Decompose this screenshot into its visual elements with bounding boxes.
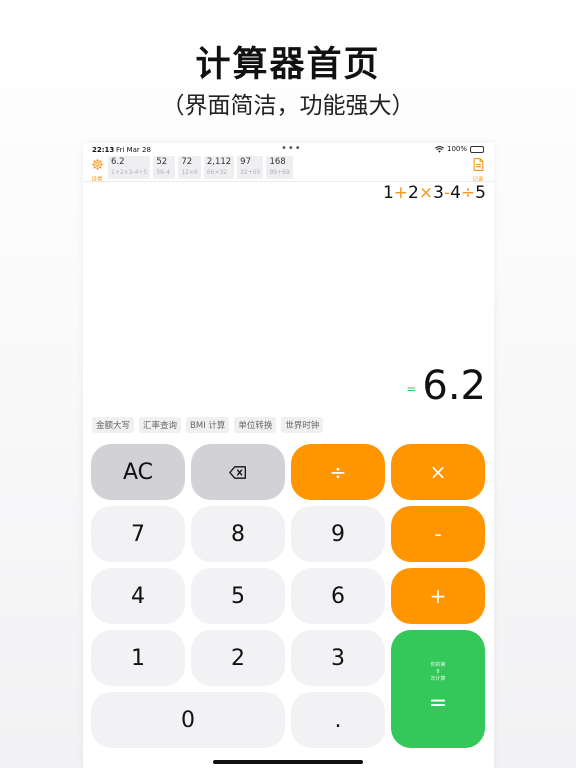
keypad: AC ÷ × 7 8 9 - 4 5 6 + 1 2 3 0 . 你的第 8 次…	[83, 143, 494, 768]
digit-4-button[interactable]: 4	[91, 568, 185, 624]
digit-1-button[interactable]: 1	[91, 630, 185, 686]
calc-count-number: 8	[436, 669, 440, 675]
divide-button[interactable]: ÷	[291, 444, 385, 500]
ac-button[interactable]: AC	[91, 444, 185, 500]
digit-5-button[interactable]: 5	[191, 568, 285, 624]
equals-sign: =	[428, 691, 448, 716]
minus-button[interactable]: -	[391, 506, 485, 562]
digit-6-button[interactable]: 6	[291, 568, 385, 624]
plus-button[interactable]: +	[391, 568, 485, 624]
digit-9-button[interactable]: 9	[291, 506, 385, 562]
equals-button[interactable]: 你的第 8 次计算 =	[391, 630, 485, 748]
hero-title: 计算器首页	[195, 45, 381, 85]
home-indicator[interactable]	[213, 760, 363, 764]
calc-count-line: 你的第	[430, 662, 446, 668]
calc-count-line: 次计算	[430, 676, 446, 682]
multiply-button[interactable]: ×	[391, 444, 485, 500]
digit-7-button[interactable]: 7	[91, 506, 185, 562]
digit-8-button[interactable]: 8	[191, 506, 285, 562]
decimal-button[interactable]: .	[291, 692, 385, 748]
digit-0-button[interactable]: 0	[91, 692, 285, 748]
digit-2-button[interactable]: 2	[191, 630, 285, 686]
calculator-screen: 22:13 Fri Mar 28 ••• 100% 设置 6.2 1+2×3-4…	[83, 143, 494, 768]
backspace-button[interactable]	[191, 444, 285, 500]
digit-3-button[interactable]: 3	[291, 630, 385, 686]
backspace-icon	[229, 465, 246, 479]
hero-subtitle: （界面简洁，功能强大）	[161, 93, 415, 119]
